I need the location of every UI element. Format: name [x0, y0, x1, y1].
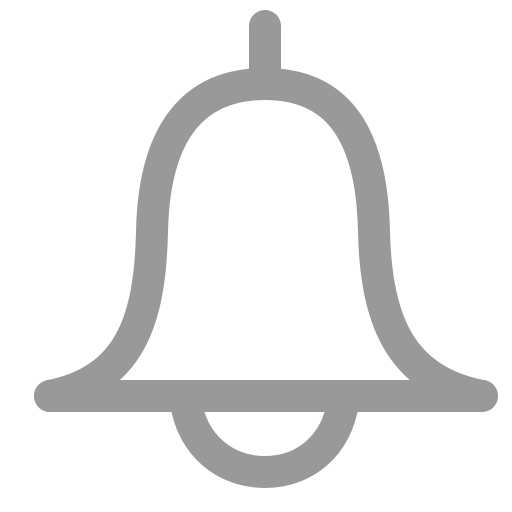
bell-clapper [170, 386, 359, 488]
icon-canvas [0, 0, 512, 512]
bell-icon [34, 10, 498, 488]
bell-body [34, 68, 498, 412]
